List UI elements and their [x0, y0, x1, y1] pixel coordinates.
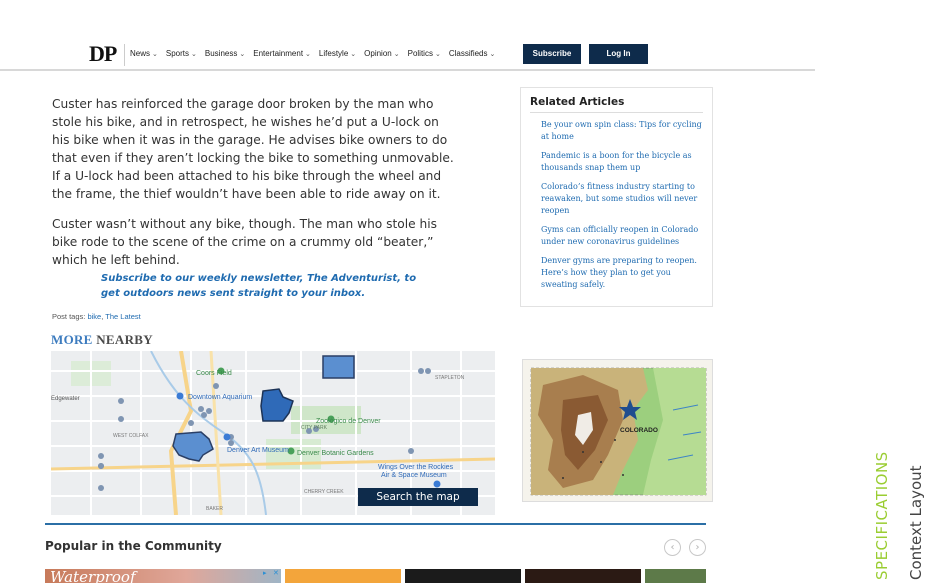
close-icon[interactable]: ✕: [273, 569, 281, 577]
section-divider: [45, 523, 706, 525]
nav-item-news[interactable]: News ⌄: [130, 48, 158, 61]
tag-link-bike[interactable]: bike: [87, 312, 101, 321]
nav-item-lifestyle[interactable]: Lifestyle ⌄: [319, 48, 356, 61]
nav-label: Business: [204, 49, 238, 58]
nav-label: Politics: [407, 49, 433, 58]
chevron-down-icon: ⌄: [350, 51, 357, 58]
community-thumbnail[interactable]: [645, 569, 706, 583]
colorado-label: COLORADO: [620, 427, 658, 434]
nav-label: News: [130, 49, 151, 58]
nav-label: Classifieds: [448, 49, 488, 58]
svg-text:Downtown Aquarium: Downtown Aquarium: [188, 394, 252, 401]
nav-item-classifieds[interactable]: Classifieds ⌄: [449, 48, 496, 61]
colorado-map[interactable]: COLORADO: [522, 359, 713, 502]
tag-link-the-latest[interactable]: The Latest: [105, 312, 140, 321]
article-paragraph: Custer has reinforced the garage door br…: [52, 97, 454, 201]
related-articles: Related Articles Be your own spin class:…: [520, 87, 713, 307]
related-article-link[interactable]: Pandemic is a boon for the bicycle as th…: [541, 150, 703, 174]
chevron-down-icon: ⌄: [434, 51, 441, 58]
ad-text: Waterproof: [50, 569, 136, 583]
related-article-link[interactable]: Colorado’s fitness industry starting to …: [541, 181, 703, 217]
post-tags-label: Post tags:: [52, 312, 86, 321]
svg-text:Edgewater: Edgewater: [51, 396, 80, 402]
carousel-next-button[interactable]: ›: [689, 539, 706, 556]
svg-text:Coors Field: Coors Field: [196, 370, 232, 377]
community-thumbnail[interactable]: [525, 569, 641, 583]
carousel-prev-button[interactable]: ‹: [664, 539, 681, 556]
chevron-down-icon: ⌄: [489, 51, 496, 58]
related-article-link[interactable]: Gyms can officially reopen in Colorado u…: [541, 224, 703, 248]
article-paragraph: Custer wasn’t without any bike, though. …: [52, 217, 437, 267]
heading-more: MORE: [51, 332, 93, 347]
newsletter-link[interactable]: Subscribe to our weekly newsletter, The …: [101, 271, 421, 301]
nav-label: Sports: [165, 49, 190, 58]
ad-choices-icon[interactable]: ▸: [263, 569, 271, 577]
nav-item-business[interactable]: Business ⌄: [205, 48, 245, 61]
nav-item-sports[interactable]: Sports ⌄: [166, 48, 197, 61]
popular-title: Popular in the Community: [45, 539, 222, 553]
site-logo[interactable]: DP: [89, 42, 117, 66]
chevron-down-icon: ⌄: [305, 51, 311, 58]
nav-item-opinion[interactable]: Opinion ⌄: [364, 48, 399, 61]
colorado-relief-map: COLORADO: [523, 360, 712, 501]
svg-text:WEST COLFAX: WEST COLFAX: [113, 433, 149, 439]
chevron-down-icon: ⌄: [152, 51, 158, 58]
main-nav: News ⌄ Sports ⌄ Business ⌄ Entertainment ⌄ L…: [130, 48, 503, 61]
nav-item-entertainment[interactable]: Entertainment ⌄: [253, 48, 311, 61]
svg-text:Denver Art Museum: Denver Art Museum: [227, 447, 289, 454]
chevron-down-icon: ⌄: [393, 51, 400, 58]
subscribe-button[interactable]: Subscribe: [523, 44, 581, 64]
nearby-map[interactable]: Coors Field Downtown Aquarium Zoológico …: [51, 351, 495, 515]
login-button[interactable]: Log In: [589, 44, 648, 64]
chevron-down-icon: ⌄: [239, 51, 246, 58]
nav-label: Entertainment: [253, 49, 304, 58]
logo-divider: [124, 44, 125, 66]
related-article-link[interactable]: Be your own spin class: Tips for cycling…: [541, 119, 703, 143]
article-body: Custer has reinforced the garage door br…: [52, 95, 457, 281]
heading-nearby: NEARBY: [96, 332, 153, 347]
svg-text:STAPLETON: STAPLETON: [435, 375, 465, 381]
svg-text:CHERRY CREEK: CHERRY CREEK: [304, 489, 344, 495]
search-the-map-button[interactable]: Search the map: [358, 488, 478, 506]
community-thumbnail[interactable]: [405, 569, 521, 583]
svg-text:Zoológico de Denver: Zoológico de Denver: [316, 418, 381, 425]
svg-text:BAKER: BAKER: [206, 506, 223, 512]
related-articles-title: Related Articles: [530, 96, 703, 113]
nav-label: Opinion: [364, 49, 392, 58]
site-header: DP News ⌄ Sports ⌄ Business ⌄ Entertainment…: [0, 0, 815, 71]
nav-label: Lifestyle: [318, 49, 349, 58]
svg-text:Wings Over the Rockies: Wings Over the Rockies: [378, 464, 454, 471]
ad-thumbnail[interactable]: Waterproof ▸ ✕: [45, 569, 281, 583]
chevron-down-icon: ⌄: [191, 51, 197, 58]
svg-text:Air & Space Museum: Air & Space Museum: [381, 472, 447, 479]
specifications-label: SPECIFICATIONS: [873, 451, 891, 580]
more-nearby-heading: MORE NEARBY: [51, 332, 153, 348]
svg-text:Denver Botanic Gardens: Denver Botanic Gardens: [297, 450, 374, 457]
related-article-link[interactable]: Denver gyms are preparing to reopen. Her…: [541, 255, 703, 291]
post-tags: Post tags: bike, The Latest: [52, 312, 141, 321]
context-layout-label: Context Layout: [907, 465, 925, 580]
nav-item-politics[interactable]: Politics ⌄: [408, 48, 441, 61]
community-thumbnail[interactable]: [285, 569, 401, 583]
svg-text:CITY PARK: CITY PARK: [301, 425, 328, 431]
